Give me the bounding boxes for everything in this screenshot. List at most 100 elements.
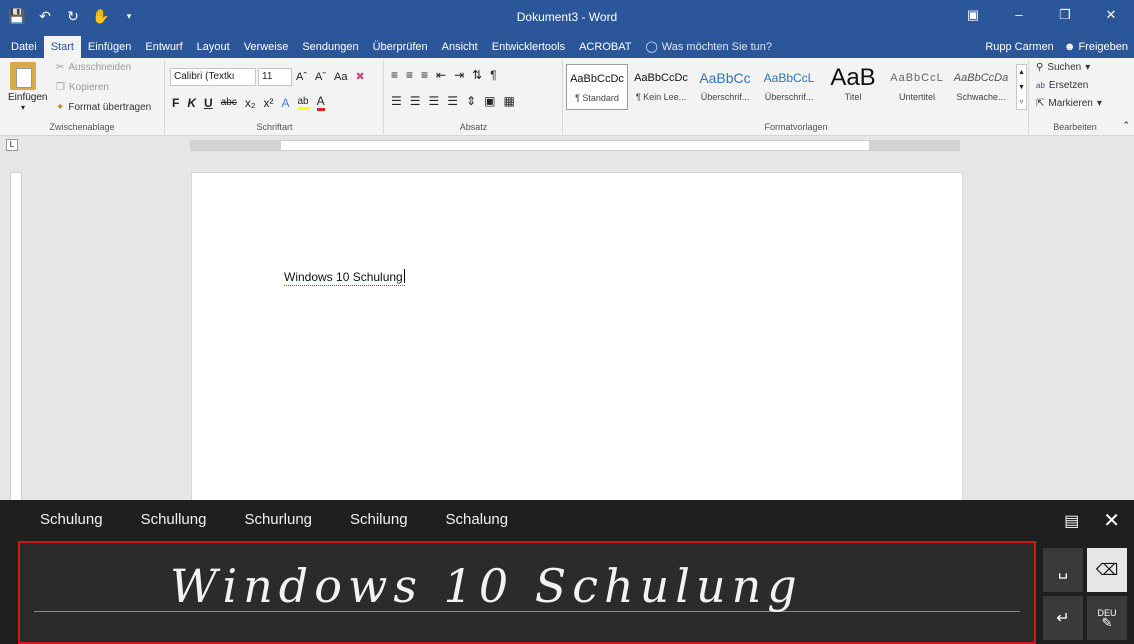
shading-icon[interactable]: ▣: [484, 94, 495, 108]
style-heading-2[interactable]: AaBbCcL Überschrif...: [758, 64, 820, 110]
vertical-ruler[interactable]: [10, 172, 22, 502]
underline-button[interactable]: U: [204, 96, 213, 110]
tab-acrobat[interactable]: ACROBAT: [572, 36, 638, 58]
bullets-icon[interactable]: ≡: [391, 68, 398, 82]
decrease-indent-icon[interactable]: ⇤: [436, 68, 446, 82]
tab-verweise[interactable]: Verweise: [237, 36, 296, 58]
cursor-icon: ⇱: [1036, 98, 1045, 109]
align-left-icon[interactable]: ☰: [391, 94, 402, 108]
style-title[interactable]: AaB Titel: [822, 64, 884, 110]
italic-button[interactable]: K: [187, 96, 196, 110]
collapse-ribbon-icon[interactable]: ⌃: [1122, 120, 1130, 131]
font-color-icon[interactable]: A: [316, 94, 325, 111]
replace-icon: ab: [1036, 81, 1045, 90]
highlight-icon[interactable]: ab: [297, 96, 309, 110]
change-case-icon[interactable]: Aa: [334, 71, 347, 83]
align-center-icon[interactable]: ☰: [410, 94, 421, 108]
style-sample: AaBbCcL: [763, 71, 815, 85]
share-button[interactable]: ☻ Freigeben: [1064, 36, 1128, 58]
line-spacing-icon[interactable]: ⇕: [466, 94, 476, 108]
paste-dropdown-icon[interactable]: ▾: [8, 103, 38, 112]
tab-entwicklertools[interactable]: Entwicklertools: [485, 36, 572, 58]
strikethrough-icon[interactable]: abc: [221, 97, 237, 108]
style-name: Überschrif...: [700, 92, 750, 102]
handwriting-panel: Schulung Schullung Schurlung Schilung Sc…: [0, 500, 1134, 644]
backspace-key[interactable]: ⌫: [1087, 548, 1127, 592]
style-no-spacing[interactable]: AaBbCcDc ¶ Kein Lee...: [630, 64, 692, 110]
close-icon[interactable]: ✕: [1088, 0, 1134, 30]
style-subtitle[interactable]: AaBbCcL Untertitel: [886, 64, 948, 110]
tab-datei[interactable]: Datei: [4, 36, 44, 58]
tell-me-box[interactable]: ◯ Was möchten Sie tun?: [638, 36, 779, 58]
format-painter-button[interactable]: ✦ Format übertragen: [56, 102, 151, 113]
user-name[interactable]: Rupp Carmen: [985, 36, 1053, 58]
tab-ueberpruefen[interactable]: Überprüfen: [366, 36, 435, 58]
shrink-font-icon[interactable]: Aˇ: [315, 71, 326, 83]
select-button[interactable]: ⇱ Markieren ▾: [1036, 98, 1102, 109]
clipboard-group: Einfügen ▾ ✂ Ausschneiden ❐ Kopieren ✦ Form…: [0, 60, 165, 134]
style-sample: AaBbCc: [699, 70, 751, 86]
pilcrow-icon[interactable]: ¶: [490, 68, 496, 82]
document-page[interactable]: Windows 10 Schulung: [191, 172, 963, 502]
suggestion-item[interactable]: Schulung: [40, 511, 103, 528]
window-controls: ▣ – ❐ ✕: [950, 0, 1134, 30]
justify-icon[interactable]: ☰: [447, 94, 458, 108]
paste-button[interactable]: Einfügen ▾: [8, 62, 47, 112]
bold-button[interactable]: F: [172, 96, 179, 110]
align-right-icon[interactable]: ☰: [429, 94, 440, 108]
cut-button[interactable]: ✂ Ausschneiden: [56, 62, 131, 73]
style-subtle-emphasis[interactable]: AaBbCcDa Schwache...: [950, 64, 1012, 110]
tab-entwurf[interactable]: Entwurf: [138, 36, 189, 58]
tab-layout[interactable]: Layout: [190, 36, 237, 58]
ribbon-tabs: Datei Start Einfügen Entwurf Layout Verw…: [0, 36, 1134, 58]
tab-selector[interactable]: L: [6, 139, 18, 151]
paste-icon: [10, 62, 36, 90]
font-size-buttons: Aˆ Aˇ Aa ✖: [296, 70, 365, 84]
text-effects-icon[interactable]: A: [281, 96, 289, 110]
document-body-text[interactable]: Windows 10 Schulung: [284, 269, 405, 286]
suggestion-item[interactable]: Schurlung: [244, 511, 312, 528]
superscript-icon[interactable]: x²: [263, 96, 273, 110]
style-name: ¶ Standard: [575, 93, 619, 103]
title-bar: 💾 ↶ ↻ ✋ ▾ Dokument3 - Word ▣ – ❐ ✕: [0, 0, 1134, 36]
borders-icon[interactable]: ▦: [503, 94, 514, 108]
restore-icon[interactable]: ❐: [1042, 0, 1088, 30]
suggestion-item[interactable]: Schullung: [141, 511, 207, 528]
font-size-select[interactable]: 11: [258, 68, 292, 86]
language-key[interactable]: DEU ✎: [1087, 596, 1127, 640]
tab-sendungen[interactable]: Sendungen: [295, 36, 365, 58]
ribbon-display-icon[interactable]: ▣: [950, 0, 996, 30]
close-panel-icon[interactable]: ✕: [1103, 508, 1120, 533]
keyboard-layout-icon[interactable]: ▤: [1064, 511, 1079, 531]
enter-key[interactable]: ↵: [1043, 596, 1083, 640]
suggestion-item[interactable]: Schilung: [350, 511, 408, 528]
minimize-icon[interactable]: –: [996, 0, 1042, 30]
increase-indent-icon[interactable]: ⇥: [454, 68, 464, 82]
styles-scroll[interactable]: ▲ ▼ ▿: [1016, 64, 1027, 110]
style-name: ¶ Kein Lee...: [635, 92, 687, 102]
multilevel-list-icon[interactable]: ≡: [421, 68, 428, 82]
tab-start[interactable]: Start: [43, 36, 81, 58]
styles-group: AaBbCcDc ¶ Standard AaBbCcDc ¶ Kein Lee.…: [564, 60, 1029, 134]
find-button[interactable]: ⚲ Suchen ▾: [1036, 62, 1090, 73]
handwriting-input-area[interactable]: Windows 10 Schulung: [18, 541, 1036, 644]
font-family-select[interactable]: Calibri (Textkı: [170, 68, 256, 86]
horizontal-ruler[interactable]: [190, 140, 960, 151]
numbering-icon[interactable]: ≡: [406, 68, 413, 82]
tell-me-label: Was möchten Sie tun?: [661, 41, 773, 53]
replace-button[interactable]: ab Ersetzen: [1036, 80, 1088, 91]
style-name: Überschrif...: [764, 92, 814, 102]
sort-icon[interactable]: ⇅: [472, 68, 482, 82]
subscript-icon[interactable]: x₂: [245, 96, 256, 110]
style-sample: AaBbCcL: [890, 72, 944, 84]
style-heading-1[interactable]: AaBbCc Überschrif...: [694, 64, 756, 110]
tab-einfuegen[interactable]: Einfügen: [81, 36, 138, 58]
suggestion-item[interactable]: Schalung: [446, 511, 509, 528]
tab-ansicht[interactable]: Ansicht: [435, 36, 485, 58]
clear-format-icon[interactable]: ✖: [355, 70, 364, 83]
grow-font-icon[interactable]: Aˆ: [296, 71, 307, 83]
paragraph-group: ≡ ≡ ≡ ⇤ ⇥ ⇅ ¶ ☰ ☰ ☰ ☰ ⇕ ▣ ▦ Absatz: [385, 60, 563, 134]
space-key[interactable]: ␣: [1043, 548, 1083, 592]
copy-button[interactable]: ❐ Kopieren: [56, 82, 109, 93]
style-standard[interactable]: AaBbCcDc ¶ Standard: [566, 64, 628, 110]
